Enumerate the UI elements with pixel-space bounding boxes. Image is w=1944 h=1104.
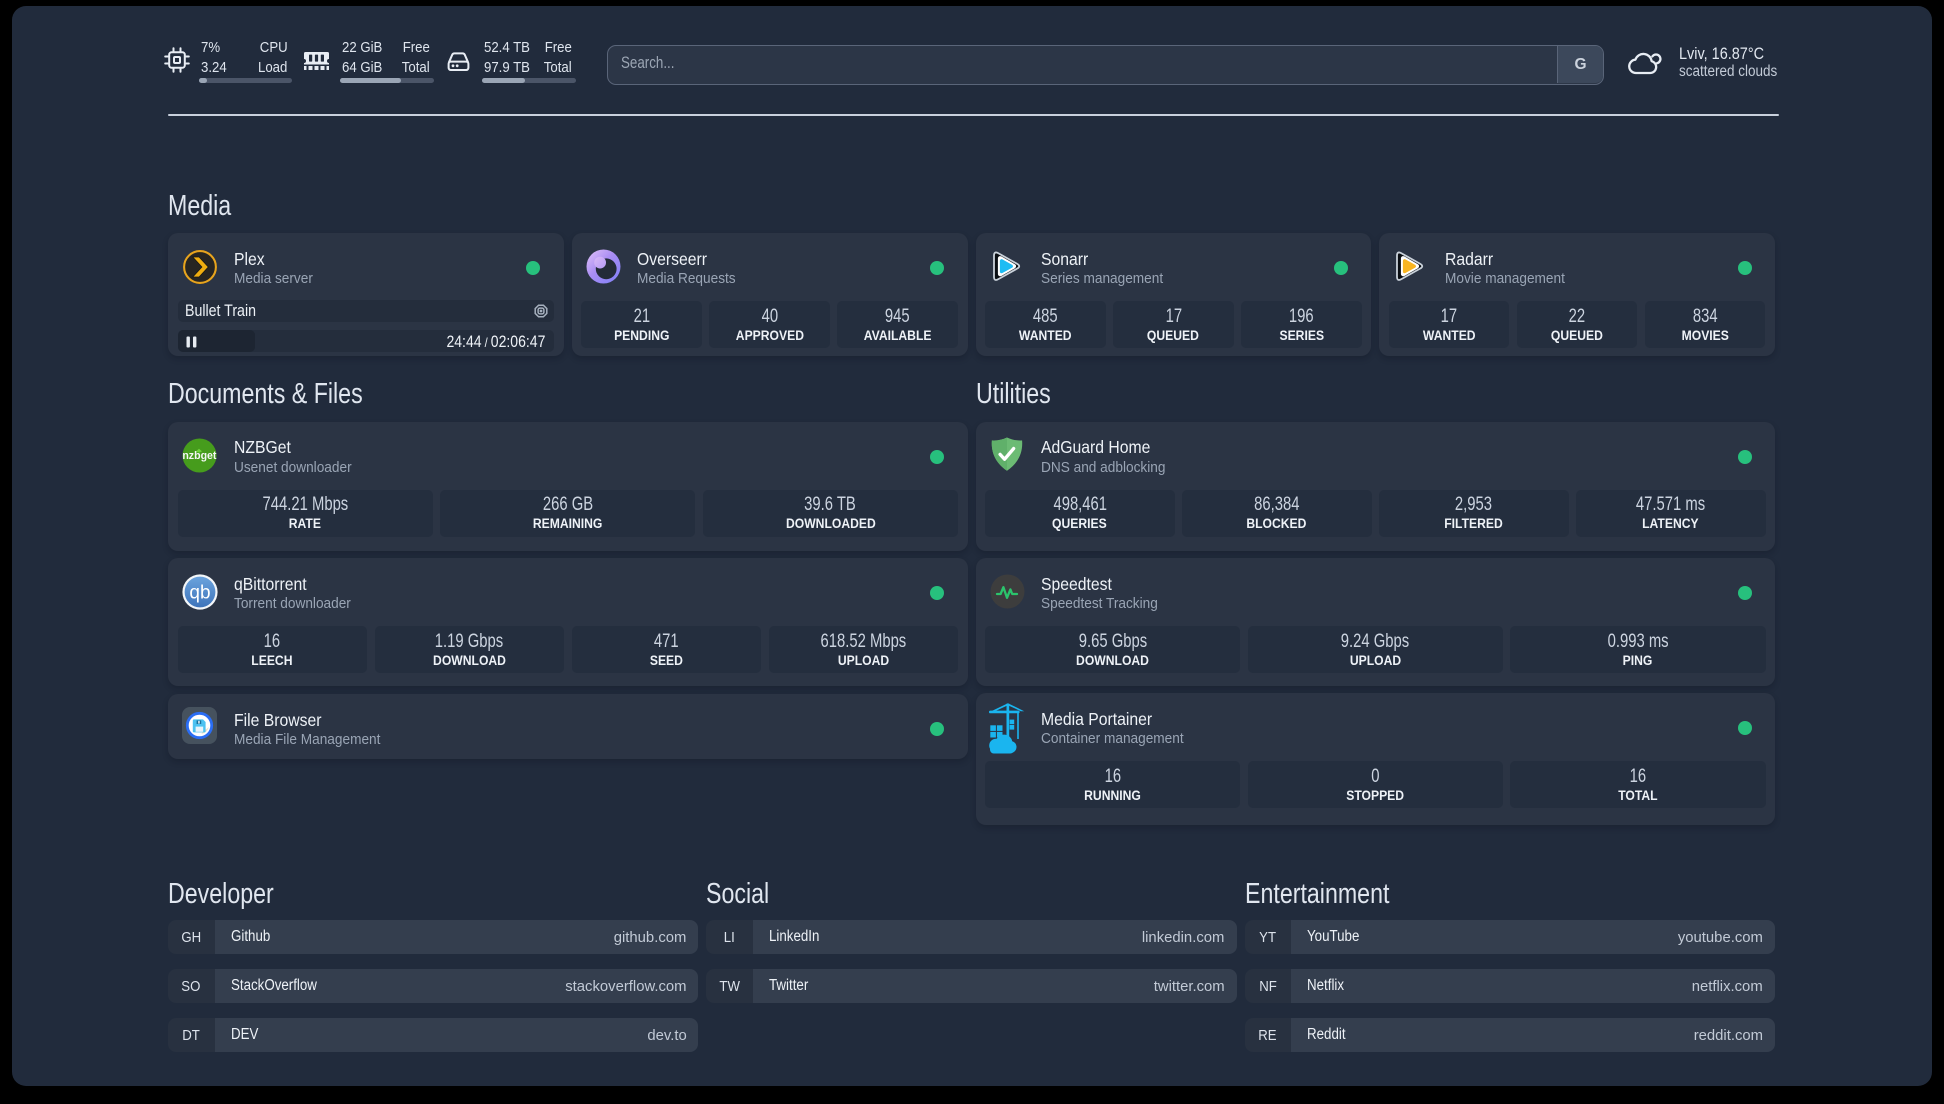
svg-text:qb: qb — [189, 582, 210, 603]
svg-text:nzbget: nzbget — [182, 450, 217, 462]
